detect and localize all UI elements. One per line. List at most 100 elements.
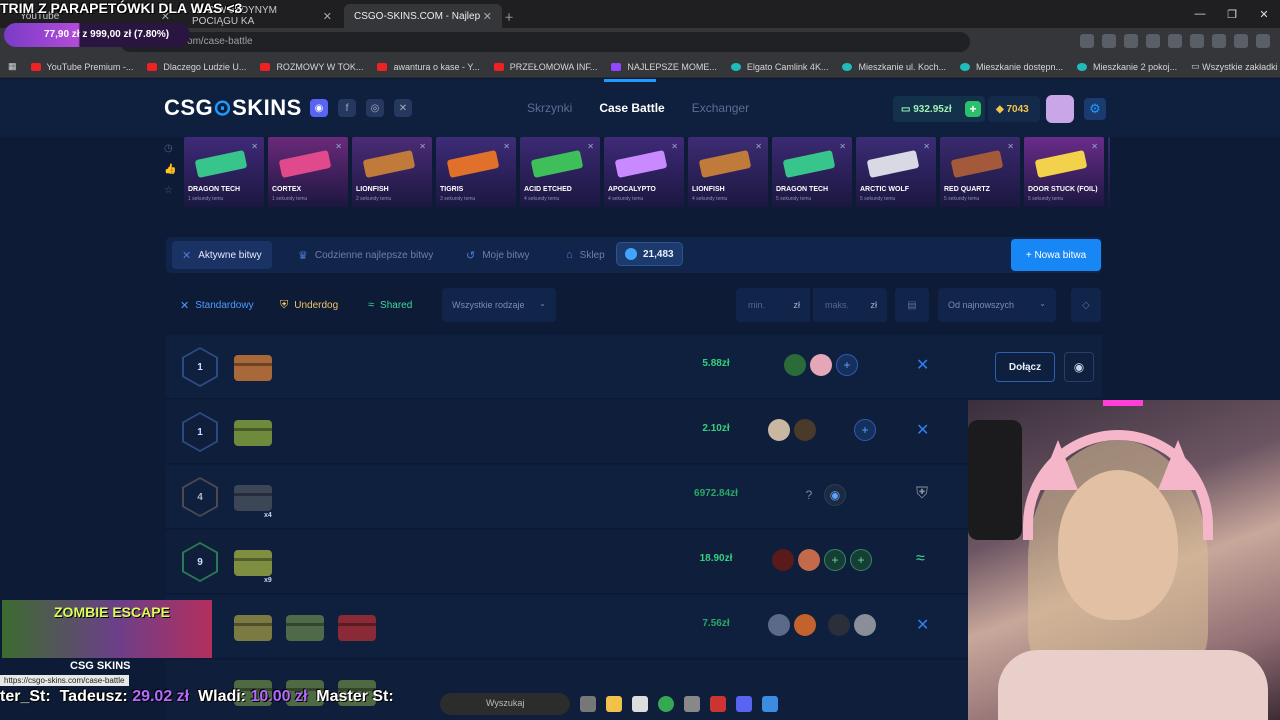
- drop-time: 5 sekundy temu: [1028, 196, 1064, 202]
- join-slot-button[interactable]: +: [850, 549, 872, 571]
- app-icon[interactable]: [762, 696, 778, 712]
- extension-icon[interactable]: [1146, 34, 1160, 48]
- bookmark-item[interactable]: YouTube Premium -...: [30, 62, 133, 72]
- drop-card[interactable]: ✕ RED QUARTZ 5 sekundy temu: [940, 137, 1020, 207]
- site-header: CSG⊙SKINS ◉ f ◎ ✕ Skrzynki Case Battle E…: [0, 79, 1280, 137]
- token-icon: [625, 248, 637, 260]
- tab-shop[interactable]: ⌂ Sklep: [556, 241, 615, 269]
- extension-icon[interactable]: [1168, 34, 1182, 48]
- close-tab-icon[interactable]: ✕: [323, 10, 332, 23]
- new-battle-button[interactable]: + Nowa bitwa: [1011, 239, 1101, 271]
- skin-image: [530, 149, 584, 179]
- star-icon[interactable]: [1080, 34, 1094, 48]
- balance-widget[interactable]: ▭ 932.95zł +: [893, 96, 985, 122]
- profile-icon[interactable]: [1234, 34, 1248, 48]
- filter-shared[interactable]: ≈ Shared: [368, 299, 412, 311]
- join-slot-button[interactable]: +: [854, 419, 876, 441]
- battle-row[interactable]: 4 x4 6972.84zł ? ◉ ⛨: [166, 465, 1102, 529]
- drop-card[interactable]: ✕ DRAGON TECH 5 sekundy temu: [772, 137, 852, 207]
- filter-standard[interactable]: ✕ Standardowy: [180, 299, 254, 312]
- bookmark-item[interactable]: Dlaczego Ludzie U...: [147, 62, 246, 72]
- maximize-icon[interactable]: ❐: [1216, 0, 1248, 28]
- clock-icon[interactable]: ◷: [164, 143, 178, 154]
- tab-daily-best[interactable]: ♛ Codzienne najlepsze bitwy: [288, 241, 443, 269]
- gear-icon[interactable]: ⚙: [1084, 98, 1106, 120]
- calendar-icon[interactable]: ▤: [895, 288, 929, 322]
- drop-card[interactable]: ✕ CORTEX 1 sekundy temu: [268, 137, 348, 207]
- tab-csgo-skins[interactable]: CSGO-SKINS.COM - Najlep ✕: [344, 4, 502, 28]
- battle-row[interactable]: 9 x9 18.90zł + + ≈: [166, 530, 1102, 594]
- coins-widget[interactable]: ◆ 7043: [988, 96, 1040, 122]
- drop-card[interactable]: ✕ ARCTIC WOLF 5 sekundy temu: [856, 137, 936, 207]
- x-icon[interactable]: ✕: [394, 99, 412, 117]
- new-tab-button[interactable]: ＋: [504, 4, 524, 28]
- drop-card[interactable]: ✕ LIONFISH 2 sekundy temu: [352, 137, 432, 207]
- close-icon[interactable]: ✕: [1248, 0, 1280, 28]
- bookmark-item[interactable]: Mieszkanie 2 pokoj...: [1077, 62, 1177, 72]
- taskbar-search[interactable]: Wyszukaj: [440, 693, 570, 715]
- all-bookmarks[interactable]: ▭ Wszystkie zakładki: [1191, 61, 1278, 72]
- max-price-input[interactable]: maks. zł: [813, 288, 887, 322]
- min-price-input[interactable]: min. zł: [736, 288, 810, 322]
- bookmark-item[interactable]: Mieszkanie dostępn...: [960, 62, 1063, 72]
- extension-icon[interactable]: [1190, 34, 1204, 48]
- discord-icon[interactable]: ◉: [310, 99, 328, 117]
- game-title: ZOMBIE ESCAPE: [54, 604, 170, 620]
- sort-select[interactable]: Od najnowszych ⌄: [938, 288, 1056, 322]
- bookmark-item[interactable]: NAJLEPSZE MOME...: [611, 62, 717, 72]
- minimize-icon[interactable]: —: [1184, 0, 1216, 28]
- player-avatar: [794, 419, 816, 441]
- tab-my-battles[interactable]: ↺ Moje bitwy: [456, 241, 539, 269]
- filter-underdog[interactable]: ⛨ Underdog: [280, 299, 338, 312]
- eye-icon[interactable]: ◉: [1064, 352, 1094, 382]
- bookmark-item[interactable]: Mieszkanie ul. Koch...: [842, 62, 946, 72]
- type-select[interactable]: Wszystkie rodzaje ⌄: [442, 288, 556, 322]
- deposit-button[interactable]: +: [965, 101, 981, 117]
- drop-name: DRAGON TECH: [776, 186, 829, 193]
- app-icon[interactable]: [710, 696, 726, 712]
- drop-card[interactable]: ✕ TIGRIS 3 sekundy temu: [436, 137, 516, 207]
- nav-case-battle[interactable]: Case Battle: [599, 101, 664, 115]
- star-icon[interactable]: ☆: [164, 185, 178, 196]
- join-slot-button[interactable]: +: [824, 549, 846, 571]
- join-button[interactable]: Dołącz: [995, 352, 1055, 382]
- thumb-icon[interactable]: 👍: [164, 164, 178, 175]
- apps-icon[interactable]: ▦: [8, 61, 17, 72]
- extension-icon[interactable]: [1124, 34, 1138, 48]
- chrome-icon[interactable]: [658, 696, 674, 712]
- bookmark-item[interactable]: awantura o kase - Y...: [377, 62, 480, 72]
- store-icon[interactable]: [632, 696, 648, 712]
- eraser-icon[interactable]: ◇: [1071, 288, 1101, 322]
- bookmark-item[interactable]: Elgato Camlink 4K...: [730, 62, 828, 72]
- battle-row[interactable]: 7.56zł ✕: [166, 595, 1102, 659]
- app-icon[interactable]: [684, 696, 700, 712]
- nav-skrzynki[interactable]: Skrzynki: [527, 101, 572, 115]
- drop-card[interactable]: ✕ DOOR STUCK (FOIL) 5 sekundy temu: [1024, 137, 1104, 207]
- drop-card[interactable]: ✕ ACID ETCHED 4 sekundy temu: [520, 137, 600, 207]
- bookmark-item[interactable]: PRZEŁOMOWA INF...: [493, 62, 597, 72]
- folder-icon[interactable]: [606, 696, 622, 712]
- drop-card[interactable]: ✕EMP5 se: [1108, 137, 1110, 207]
- facebook-icon[interactable]: f: [338, 99, 356, 117]
- drop-card[interactable]: ✕ DRAGON TECH 1 sekundy temu: [184, 137, 264, 207]
- drop-card[interactable]: ✕ APOCALYPTO 4 sekundy temu: [604, 137, 684, 207]
- site-logo[interactable]: CSG⊙SKINS: [164, 95, 302, 121]
- extension-icon[interactable]: [1102, 34, 1116, 48]
- battle-row[interactable]: 1 5.88zł + ✕ Dołącz ◉: [166, 335, 1102, 399]
- menu-icon[interactable]: [1256, 34, 1270, 48]
- tab-active-battles[interactable]: ✕ Aktywne bitwy: [172, 241, 272, 269]
- close-tab-icon[interactable]: ✕: [483, 10, 492, 23]
- discord-icon[interactable]: [736, 696, 752, 712]
- nav-exchanger[interactable]: Exchanger: [692, 101, 749, 115]
- join-slot-button[interactable]: +: [836, 354, 858, 376]
- handshake-icon: ≈: [368, 299, 375, 311]
- battle-row[interactable]: 1 2.10zł + ✕: [166, 400, 1102, 464]
- drop-card[interactable]: ✕ LIONFISH 4 sekundy temu: [688, 137, 768, 207]
- bookmark-item[interactable]: ROZMOWY W TOK...: [260, 62, 363, 72]
- user-avatar[interactable]: [1046, 95, 1074, 123]
- address-bar[interactable]: csgo-skins.com/case-battle: [120, 32, 970, 52]
- puzzle-icon[interactable]: [1212, 34, 1226, 48]
- task-view-icon[interactable]: [580, 696, 596, 712]
- battle-tabs: ✕ Aktywne bitwy ♛ Codzienne najlepsze bitw…: [166, 237, 1102, 273]
- instagram-icon[interactable]: ◎: [366, 99, 384, 117]
